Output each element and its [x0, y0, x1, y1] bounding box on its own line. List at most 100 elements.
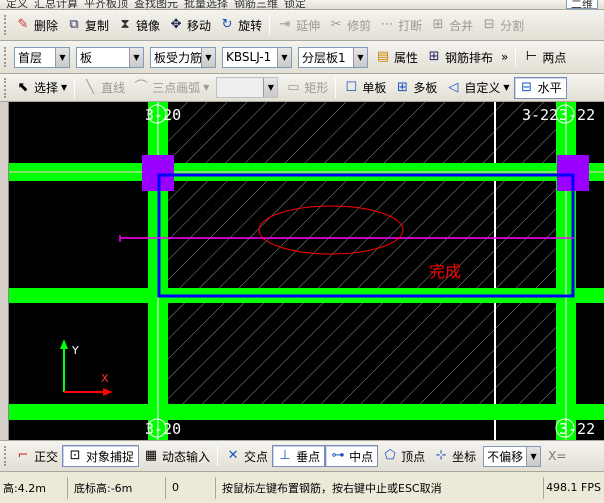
cursor-icon: ⬉ — [17, 79, 29, 95]
cad-drawing[interactable]: 完成 3-20 3-22 3-22 3-20 3-22 Y X — [9, 102, 604, 440]
multi-board-button[interactable]: ⊞ 多板 — [390, 77, 441, 99]
single-board-button[interactable]: ☐ 单板 — [339, 77, 390, 99]
coordinate-snap[interactable]: ⊹ 坐标 — [429, 445, 480, 467]
separator — [515, 47, 517, 67]
toolbar-grip[interactable] — [4, 446, 8, 466]
copy-button[interactable]: ⧉ 复制 — [62, 14, 113, 36]
separator — [217, 446, 219, 466]
floor-select[interactable]: 首层 ▼ — [14, 46, 70, 68]
rebar-layout-button[interactable]: ⊞ 钢筋排布 — [422, 46, 497, 68]
perpendicular-snap[interactable]: ⊥ 垂点 — [272, 445, 326, 467]
menu-lock[interactable]: 锁定 — [284, 0, 306, 9]
separator — [335, 77, 337, 98]
extend-button[interactable]: ⇥ 延伸 — [273, 14, 324, 36]
x-coordinate-label: X= — [548, 449, 567, 463]
split-icon: ⊟ — [483, 17, 495, 32]
chevron-down-icon[interactable]: ▼ — [353, 47, 367, 67]
toolbar-grip[interactable] — [4, 47, 8, 67]
copy-label: 复制 — [85, 18, 110, 33]
toolbar-grip[interactable] — [4, 77, 8, 98]
view-mode-combo[interactable]: 二维 — [566, 0, 598, 9]
chevron-down-icon[interactable]: ▼ — [55, 47, 69, 67]
trim-button[interactable]: ✂ 修剪 — [324, 14, 375, 36]
rotate-button[interactable]: ↻ 旋转 — [215, 14, 266, 36]
properties-button[interactable]: ▤ 属性 — [371, 46, 422, 68]
ortho-toggle[interactable]: ⌐ 正交 — [11, 445, 62, 467]
coordinate-label: 坐标 — [452, 449, 477, 464]
ortho-label: 正交 — [34, 449, 59, 464]
component-type-select[interactable]: 板 ▼ — [76, 46, 144, 68]
single-board-label: 单板 — [362, 81, 387, 95]
bottom-elevation-status: 底标高:-6m — [68, 476, 166, 499]
dynamic-input-toggle[interactable]: ▦ 动态输入 — [139, 445, 214, 467]
merge-button[interactable]: ⊞ 合并 — [426, 14, 477, 36]
rebar-name-value: KBSLJ-1 — [226, 50, 272, 64]
rect-button[interactable]: ▭ 矩形 — [281, 77, 332, 99]
arc-label: 三点画弧 — [152, 81, 201, 95]
more-tools-button[interactable]: » — [497, 46, 512, 68]
component-type-value: 板 — [80, 50, 93, 65]
two-points-label: 两点 — [542, 50, 567, 65]
pencil-icon: ✎ — [17, 17, 29, 32]
layer-select[interactable]: 分层板1 ▼ — [298, 46, 368, 68]
menu-define[interactable]: 定义 — [6, 0, 28, 9]
custom-button[interactable]: ◁ 自定义 ▼ — [441, 77, 513, 99]
midpoint-icon: ⊶ — [331, 448, 345, 463]
slab-hatch-bottom[interactable] — [158, 303, 556, 411]
axis-label-top-right-a: 3-22 — [522, 106, 558, 124]
horizontal-icon: ⊟ — [521, 79, 533, 95]
arc-option-select[interactable]: ▼ — [216, 77, 279, 98]
drawing-canvas[interactable]: 完成 3-20 3-22 3-22 3-20 3-22 Y X — [9, 102, 604, 440]
offset-value: 不偏移 — [487, 449, 524, 464]
split-label: 分割 — [500, 18, 525, 33]
menu-row: 定义 汇总计算 平齐板顶 查找图元 批量选择 钢筋三维 锁定 二维 — [0, 0, 604, 10]
slab-hatch-top[interactable] — [158, 102, 556, 288]
intersection-snap[interactable]: ✕ 交点 — [221, 445, 272, 467]
line-button[interactable]: ╲ 直线 — [78, 77, 129, 99]
rotate-icon: ↻ — [221, 17, 233, 32]
rectangle-icon: ▭ — [287, 79, 300, 95]
axis-label-top-right-b: 3-22 — [559, 106, 595, 124]
floor-value: 首层 — [18, 50, 43, 65]
chevron-down-icon[interactable]: ▼ — [526, 446, 541, 466]
copy-icon: ⧉ — [69, 17, 79, 32]
rebar-name-select[interactable]: KBSLJ-1 ▼ — [222, 46, 292, 68]
beam-horizontal-bottom[interactable] — [9, 404, 604, 420]
line-icon: ╲ — [86, 79, 95, 95]
two-points-button[interactable]: ⊢ 两点 — [519, 46, 570, 68]
custom-shape-icon: ◁ — [448, 79, 459, 95]
merge-label: 合并 — [449, 18, 474, 33]
move-button[interactable]: ✥ 移动 — [164, 14, 215, 36]
rebar-type-select[interactable]: 板受力筋 ▼ — [150, 46, 216, 68]
menu-find[interactable]: 查找图元 — [134, 0, 178, 9]
mirror-icon: ⧗ — [120, 17, 130, 32]
object-snap-toggle[interactable]: ⊡ 对象捕捉 — [62, 445, 140, 467]
chevron-down-icon[interactable]: ▼ — [129, 47, 143, 67]
break-button[interactable]: ⋯ 打断 — [375, 14, 426, 36]
chevron-down-icon: ▼ — [61, 83, 68, 92]
menu-rebar-3d[interactable]: 钢筋三维 — [234, 0, 278, 9]
dynamic-input-icon: ▦ — [144, 448, 158, 463]
menu-align-top[interactable]: 平齐板顶 — [84, 0, 128, 9]
offset-select[interactable]: 不偏移 ▼ — [483, 445, 542, 467]
horizontal-button[interactable]: ⊟ 水平 — [513, 76, 567, 99]
object-snap-label: 对象捕捉 — [86, 449, 135, 464]
select-button[interactable]: ⬉ 选择 ▼ — [11, 77, 71, 99]
mirror-button[interactable]: ⧗ 镜像 — [113, 14, 164, 36]
perpendicular-icon: ⊥ — [279, 448, 291, 463]
vertex-snap[interactable]: ⬠ 顶点 — [378, 445, 429, 467]
menu-batch-select[interactable]: 批量选择 — [184, 0, 228, 9]
split-button[interactable]: ⊟ 分割 — [477, 14, 528, 36]
chevron-down-icon[interactable]: ▼ — [277, 47, 291, 67]
delete-button[interactable]: ✎ 删除 — [11, 14, 62, 36]
properties-icon: ▤ — [376, 49, 390, 64]
chevron-down-icon[interactable]: ▼ — [201, 47, 215, 67]
menu-summary-calc[interactable]: 汇总计算 — [34, 0, 78, 9]
midpoint-snap[interactable]: ⊶ 中点 — [325, 445, 379, 467]
toolbar-grip[interactable] — [4, 15, 8, 35]
chevron-down-icon[interactable]: ▼ — [263, 78, 278, 97]
axis-label-bottom-right: 3-22 — [559, 420, 595, 438]
move-icon: ✥ — [170, 17, 182, 32]
floor-height-status: 高:4.2m — [0, 476, 68, 499]
arc-button[interactable]: ⌒ 三点画弧 ▼ — [129, 77, 213, 99]
